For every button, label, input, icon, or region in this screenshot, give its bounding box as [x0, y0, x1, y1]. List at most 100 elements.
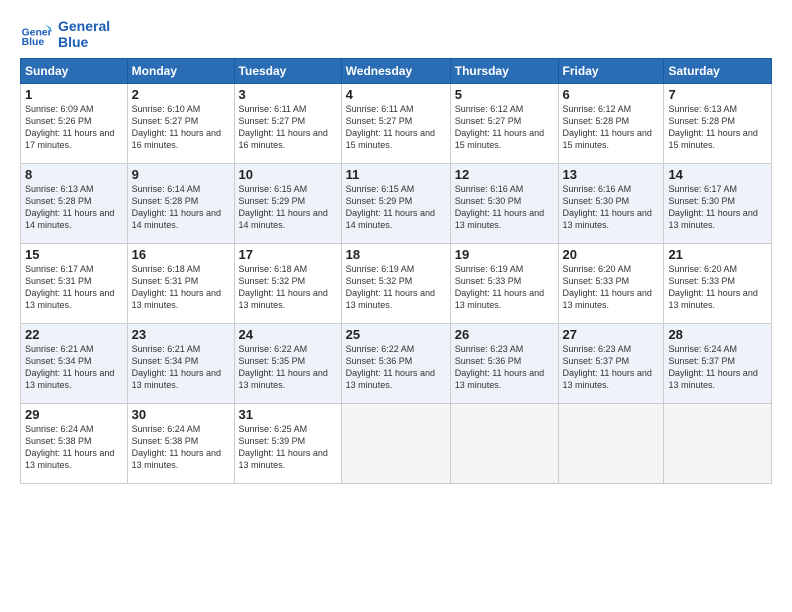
calendar-cell: 10 Sunrise: 6:15 AMSunset: 5:29 PMDaylig…: [234, 164, 341, 244]
calendar-cell: 24 Sunrise: 6:22 AMSunset: 5:35 PMDaylig…: [234, 324, 341, 404]
day-info: Sunrise: 6:20 AMSunset: 5:33 PMDaylight:…: [563, 264, 652, 310]
day-number: 19: [455, 247, 554, 262]
calendar-cell: [664, 404, 772, 484]
day-number: 14: [668, 167, 767, 182]
calendar-cell: 22 Sunrise: 6:21 AMSunset: 5:34 PMDaylig…: [21, 324, 128, 404]
day-number: 21: [668, 247, 767, 262]
day-info: Sunrise: 6:23 AMSunset: 5:37 PMDaylight:…: [563, 344, 652, 390]
day-number: 17: [239, 247, 337, 262]
calendar-cell: 9 Sunrise: 6:14 AMSunset: 5:28 PMDayligh…: [127, 164, 234, 244]
day-number: 15: [25, 247, 123, 262]
logo-blue: Blue: [58, 34, 110, 50]
calendar-cell: 11 Sunrise: 6:15 AMSunset: 5:29 PMDaylig…: [341, 164, 450, 244]
calendar-cell: 26 Sunrise: 6:23 AMSunset: 5:36 PMDaylig…: [450, 324, 558, 404]
calendar-cell: [341, 404, 450, 484]
day-number: 27: [563, 327, 660, 342]
day-number: 1: [25, 87, 123, 102]
calendar-cell: 2 Sunrise: 6:10 AMSunset: 5:27 PMDayligh…: [127, 84, 234, 164]
svg-text:Blue: Blue: [22, 37, 45, 48]
calendar-cell: [450, 404, 558, 484]
header-thursday: Thursday: [450, 59, 558, 84]
day-number: 4: [346, 87, 446, 102]
calendar-table: Sunday Monday Tuesday Wednesday Thursday…: [20, 58, 772, 484]
calendar-header-row: Sunday Monday Tuesday Wednesday Thursday…: [21, 59, 772, 84]
day-number: 8: [25, 167, 123, 182]
calendar-cell: 4 Sunrise: 6:11 AMSunset: 5:27 PMDayligh…: [341, 84, 450, 164]
day-info: Sunrise: 6:14 AMSunset: 5:28 PMDaylight:…: [132, 184, 221, 230]
day-number: 30: [132, 407, 230, 422]
calendar-cell: 25 Sunrise: 6:22 AMSunset: 5:36 PMDaylig…: [341, 324, 450, 404]
day-number: 26: [455, 327, 554, 342]
calendar-cell: 1 Sunrise: 6:09 AMSunset: 5:26 PMDayligh…: [21, 84, 128, 164]
calendar-cell: [558, 404, 664, 484]
logo: General Blue General Blue: [20, 18, 110, 50]
logo-general: General: [58, 18, 110, 34]
calendar-week-row: 15 Sunrise: 6:17 AMSunset: 5:31 PMDaylig…: [21, 244, 772, 324]
day-number: 25: [346, 327, 446, 342]
day-info: Sunrise: 6:12 AMSunset: 5:28 PMDaylight:…: [563, 104, 652, 150]
day-info: Sunrise: 6:19 AMSunset: 5:33 PMDaylight:…: [455, 264, 544, 310]
day-info: Sunrise: 6:18 AMSunset: 5:31 PMDaylight:…: [132, 264, 221, 310]
day-info: Sunrise: 6:15 AMSunset: 5:29 PMDaylight:…: [239, 184, 328, 230]
header-tuesday: Tuesday: [234, 59, 341, 84]
calendar-week-row: 8 Sunrise: 6:13 AMSunset: 5:28 PMDayligh…: [21, 164, 772, 244]
day-info: Sunrise: 6:22 AMSunset: 5:35 PMDaylight:…: [239, 344, 328, 390]
calendar-cell: 28 Sunrise: 6:24 AMSunset: 5:37 PMDaylig…: [664, 324, 772, 404]
day-number: 18: [346, 247, 446, 262]
day-number: 2: [132, 87, 230, 102]
day-number: 20: [563, 247, 660, 262]
day-info: Sunrise: 6:23 AMSunset: 5:36 PMDaylight:…: [455, 344, 544, 390]
day-info: Sunrise: 6:09 AMSunset: 5:26 PMDaylight:…: [25, 104, 114, 150]
day-number: 16: [132, 247, 230, 262]
day-number: 23: [132, 327, 230, 342]
day-info: Sunrise: 6:21 AMSunset: 5:34 PMDaylight:…: [25, 344, 114, 390]
day-number: 31: [239, 407, 337, 422]
logo-icon: General Blue: [20, 18, 52, 50]
header-sunday: Sunday: [21, 59, 128, 84]
day-info: Sunrise: 6:15 AMSunset: 5:29 PMDaylight:…: [346, 184, 435, 230]
day-info: Sunrise: 6:24 AMSunset: 5:38 PMDaylight:…: [25, 424, 114, 470]
day-number: 10: [239, 167, 337, 182]
day-info: Sunrise: 6:21 AMSunset: 5:34 PMDaylight:…: [132, 344, 221, 390]
header-saturday: Saturday: [664, 59, 772, 84]
calendar-cell: 7 Sunrise: 6:13 AMSunset: 5:28 PMDayligh…: [664, 84, 772, 164]
calendar-cell: 6 Sunrise: 6:12 AMSunset: 5:28 PMDayligh…: [558, 84, 664, 164]
calendar-cell: 8 Sunrise: 6:13 AMSunset: 5:28 PMDayligh…: [21, 164, 128, 244]
day-info: Sunrise: 6:13 AMSunset: 5:28 PMDaylight:…: [668, 104, 757, 150]
header: General Blue General Blue: [20, 18, 772, 50]
calendar-cell: 30 Sunrise: 6:24 AMSunset: 5:38 PMDaylig…: [127, 404, 234, 484]
day-info: Sunrise: 6:24 AMSunset: 5:37 PMDaylight:…: [668, 344, 757, 390]
calendar-cell: 18 Sunrise: 6:19 AMSunset: 5:32 PMDaylig…: [341, 244, 450, 324]
page-container: General Blue General Blue Sunday Monday …: [0, 0, 792, 494]
day-number: 3: [239, 87, 337, 102]
day-info: Sunrise: 6:17 AMSunset: 5:30 PMDaylight:…: [668, 184, 757, 230]
day-info: Sunrise: 6:11 AMSunset: 5:27 PMDaylight:…: [239, 104, 328, 150]
day-info: Sunrise: 6:18 AMSunset: 5:32 PMDaylight:…: [239, 264, 328, 310]
day-info: Sunrise: 6:16 AMSunset: 5:30 PMDaylight:…: [455, 184, 544, 230]
day-info: Sunrise: 6:10 AMSunset: 5:27 PMDaylight:…: [132, 104, 221, 150]
header-monday: Monday: [127, 59, 234, 84]
day-info: Sunrise: 6:17 AMSunset: 5:31 PMDaylight:…: [25, 264, 114, 310]
calendar-cell: 21 Sunrise: 6:20 AMSunset: 5:33 PMDaylig…: [664, 244, 772, 324]
day-info: Sunrise: 6:11 AMSunset: 5:27 PMDaylight:…: [346, 104, 435, 150]
calendar-cell: 16 Sunrise: 6:18 AMSunset: 5:31 PMDaylig…: [127, 244, 234, 324]
day-number: 9: [132, 167, 230, 182]
calendar-cell: 20 Sunrise: 6:20 AMSunset: 5:33 PMDaylig…: [558, 244, 664, 324]
day-info: Sunrise: 6:13 AMSunset: 5:28 PMDaylight:…: [25, 184, 114, 230]
day-info: Sunrise: 6:16 AMSunset: 5:30 PMDaylight:…: [563, 184, 652, 230]
day-number: 7: [668, 87, 767, 102]
day-number: 11: [346, 167, 446, 182]
calendar-cell: 19 Sunrise: 6:19 AMSunset: 5:33 PMDaylig…: [450, 244, 558, 324]
calendar-cell: 31 Sunrise: 6:25 AMSunset: 5:39 PMDaylig…: [234, 404, 341, 484]
day-number: 29: [25, 407, 123, 422]
header-wednesday: Wednesday: [341, 59, 450, 84]
calendar-cell: 27 Sunrise: 6:23 AMSunset: 5:37 PMDaylig…: [558, 324, 664, 404]
day-number: 22: [25, 327, 123, 342]
day-number: 24: [239, 327, 337, 342]
day-info: Sunrise: 6:25 AMSunset: 5:39 PMDaylight:…: [239, 424, 328, 470]
day-number: 6: [563, 87, 660, 102]
calendar-cell: 13 Sunrise: 6:16 AMSunset: 5:30 PMDaylig…: [558, 164, 664, 244]
header-friday: Friday: [558, 59, 664, 84]
calendar-cell: 5 Sunrise: 6:12 AMSunset: 5:27 PMDayligh…: [450, 84, 558, 164]
calendar-cell: 3 Sunrise: 6:11 AMSunset: 5:27 PMDayligh…: [234, 84, 341, 164]
